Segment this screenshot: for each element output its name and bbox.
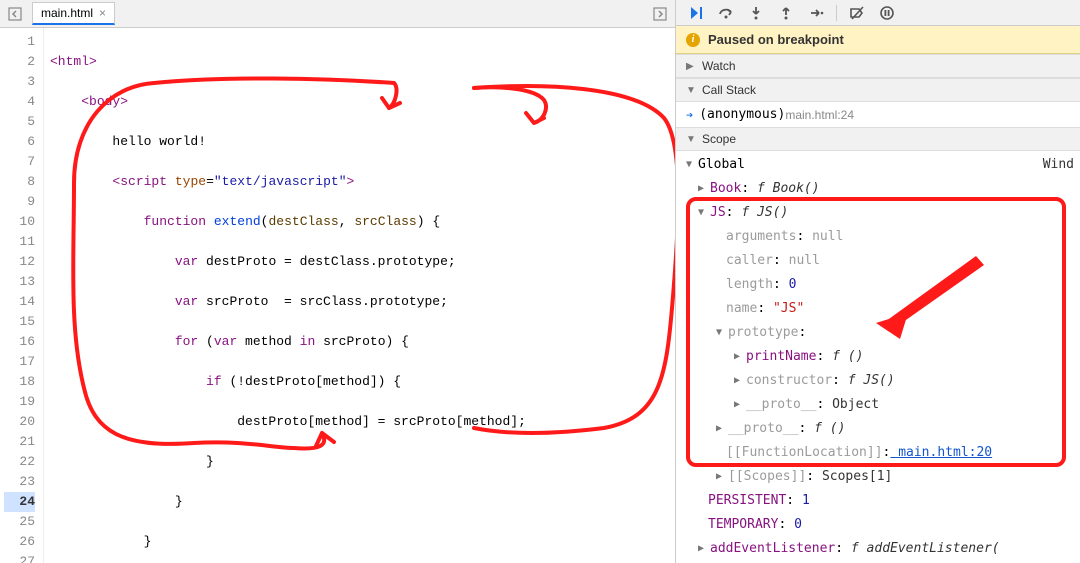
code-editor[interactable]: 1234567891011121314151617181920212223242…	[0, 28, 675, 563]
scope-js-proto-proto[interactable]: __proto__: Object	[676, 393, 1080, 417]
scope-persistent[interactable]: PERSISTENT: 1	[676, 489, 1080, 513]
prop-key: [[FunctionLocation]]	[726, 443, 883, 463]
scope-js[interactable]: JS: f JS()	[676, 201, 1080, 225]
prop-key: [[Scopes]]	[728, 467, 806, 487]
scope-js-proto-printname[interactable]: printName: f ()	[676, 345, 1080, 369]
scope-label: Scope	[702, 132, 736, 146]
expand-icon	[716, 419, 726, 439]
collapse-icon	[698, 203, 708, 223]
prop-key: PERSISTENT	[708, 491, 786, 511]
deactivate-breakpoints-button[interactable]	[847, 3, 867, 23]
scope-addevent[interactable]: addEventListener: f addEventListener(	[676, 537, 1080, 561]
step-out-button[interactable]	[776, 3, 796, 23]
scope-global-label: Global	[698, 155, 745, 175]
close-tab-icon[interactable]: ×	[99, 6, 106, 20]
step-into-button[interactable]	[746, 3, 766, 23]
pause-on-exceptions-button[interactable]	[877, 3, 897, 23]
prop-key: caller	[726, 251, 773, 271]
paused-label: Paused on breakpoint	[708, 32, 844, 47]
prop-val: f Book()	[749, 179, 819, 199]
prop-key: constructor	[746, 371, 832, 391]
nav-forward-icon[interactable]	[649, 3, 671, 25]
prop-key: name	[726, 299, 757, 319]
prop-val: 0	[786, 515, 802, 535]
scope-js-name[interactable]: name: "JS"	[676, 297, 1080, 321]
prop-val[interactable]: main.html:20	[890, 443, 992, 463]
prop-val: f addEventListener(	[843, 539, 1000, 559]
prop-key: length	[726, 275, 773, 295]
scope-book[interactable]: Book: f Book()	[676, 177, 1080, 201]
expand-icon	[698, 539, 708, 559]
nav-back-icon[interactable]	[4, 3, 26, 25]
prop-key: arguments	[726, 227, 796, 247]
prop-key: Book	[710, 179, 741, 199]
scope-js-proto[interactable]: __proto__: f ()	[676, 417, 1080, 441]
watch-section-header[interactable]: Watch	[676, 54, 1080, 78]
scope-js-arguments[interactable]: arguments: null	[676, 225, 1080, 249]
code-body[interactable]: <html> <body> hello world! <script type=…	[44, 28, 675, 563]
expand-icon	[698, 179, 708, 199]
scope-js-length[interactable]: length: 0	[676, 273, 1080, 297]
scope-js-scopes[interactable]: [[Scopes]]: Scopes[1]	[676, 465, 1080, 489]
debugger-toolbar	[676, 0, 1080, 26]
prop-key: addEventListener	[710, 539, 835, 559]
paused-banner: i Paused on breakpoint	[676, 26, 1080, 54]
callstack-section-header[interactable]: Call Stack	[676, 78, 1080, 102]
callstack-label: Call Stack	[702, 83, 756, 97]
scope-js-proto-constructor[interactable]: constructor: f JS()	[676, 369, 1080, 393]
prop-val: f ()	[824, 347, 863, 367]
scope-temporary[interactable]: TEMPORARY: 0	[676, 513, 1080, 537]
info-icon: i	[686, 33, 700, 47]
scope-global[interactable]: Global Wind	[676, 153, 1080, 177]
scope-js-prototype[interactable]: prototype:	[676, 321, 1080, 345]
frame-location[interactable]: main.html:24	[785, 108, 854, 122]
expand-icon	[734, 371, 744, 391]
prop-val: f ()	[806, 419, 845, 439]
expand-icon	[734, 395, 744, 415]
prop-val: 0	[781, 275, 797, 295]
expand-icon	[716, 467, 726, 487]
prop-val: "JS"	[765, 299, 804, 319]
resume-button[interactable]	[686, 3, 706, 23]
expand-icon	[734, 347, 744, 367]
prop-key: __proto__	[728, 419, 798, 439]
debugger-pane: i Paused on breakpoint Watch Call Stack …	[676, 0, 1080, 563]
step-button[interactable]	[806, 3, 826, 23]
collapse-icon	[686, 134, 696, 145]
scope-js-funcloc[interactable]: [[FunctionLocation]]: main.html:20	[676, 441, 1080, 465]
scope-section-header[interactable]: Scope	[676, 127, 1080, 151]
scope-js-caller[interactable]: caller: null	[676, 249, 1080, 273]
prop-key: JS	[710, 203, 726, 223]
scope-global-value: Wind	[1043, 155, 1074, 175]
prop-val: null	[804, 227, 843, 247]
prop-val: Scopes[1]	[814, 467, 892, 487]
prop-val: 1	[794, 491, 810, 511]
prop-val: null	[781, 251, 820, 271]
editor-pane: main.html × 1234567891011121314151617181…	[0, 0, 676, 563]
prop-key: TEMPORARY	[708, 515, 778, 535]
prop-val: f JS()	[840, 371, 895, 391]
prop-val: f JS()	[733, 203, 788, 223]
callstack-frame[interactable]: ➔ (anonymous) main.html:24	[676, 104, 1080, 125]
prop-val: Object	[824, 395, 879, 415]
collapse-icon	[716, 323, 726, 343]
prop-key: prototype	[728, 323, 798, 343]
frame-name: (anonymous)	[699, 107, 785, 122]
current-frame-icon: ➔	[686, 108, 693, 122]
tab-filename: main.html	[41, 6, 93, 20]
tab-bar: main.html ×	[0, 0, 675, 28]
callstack-body: ➔ (anonymous) main.html:24	[676, 102, 1080, 127]
file-tab[interactable]: main.html ×	[32, 2, 115, 25]
prop-key: __proto__	[746, 395, 816, 415]
expand-icon	[686, 61, 696, 72]
prop-key: printName	[746, 347, 816, 367]
step-over-button[interactable]	[716, 3, 736, 23]
scope-body: Global Wind Book: f Book() JS: f JS() ar…	[676, 151, 1080, 563]
collapse-icon	[686, 85, 696, 96]
watch-label: Watch	[702, 59, 736, 73]
collapse-icon	[686, 155, 696, 175]
line-gutter: 1234567891011121314151617181920212223242…	[0, 28, 44, 563]
